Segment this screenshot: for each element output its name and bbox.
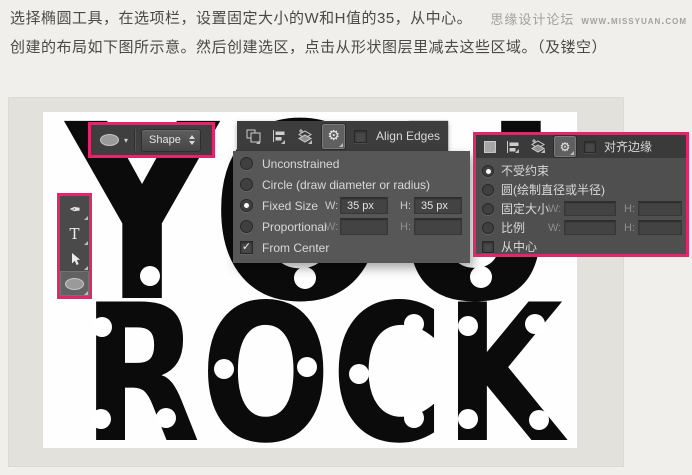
new-shape-layer-button[interactable] <box>245 127 261 145</box>
option-row-proportional-cn: 比例 W: H: <box>476 218 686 237</box>
gear-icon: ⚙ <box>559 139 571 154</box>
pen-icon: ✒ <box>68 201 81 217</box>
prop-h-field-cn[interactable] <box>638 220 682 235</box>
from-center-label: From Center <box>262 240 330 255</box>
fixed-w-field[interactable]: 35 px <box>340 197 388 214</box>
new-shape-layer-button-cn[interactable] <box>483 140 497 154</box>
path-alignment-button[interactable] <box>270 127 286 145</box>
fixed-w-label-cn: W: <box>548 202 562 215</box>
prop-h-label: H: <box>400 220 411 233</box>
gear-icon: ⚙ <box>327 128 340 144</box>
prop-w-field-cn[interactable] <box>564 220 616 235</box>
prop-h-label-cn: H: <box>624 221 635 234</box>
align-edges-checkbox-cn[interactable] <box>584 140 596 153</box>
fixed-size-label: Fixed Size <box>262 198 319 213</box>
fixed-w-field-cn[interactable] <box>564 201 616 216</box>
type-icon: T <box>69 224 80 243</box>
option-row-circle-cn: 圆(绘制直径或半径) <box>476 180 686 199</box>
align-edges-label-cn: 对齐边缘 <box>604 140 653 154</box>
unconstrained-label-cn: 不受约束 <box>501 164 550 178</box>
tool-mode-select[interactable]: Shape <box>141 128 202 152</box>
type-tool-button[interactable]: T <box>60 221 89 246</box>
watermark: 思缘设计论坛 www.missyuan.com <box>490 9 687 28</box>
path-alignment-button-cn[interactable] <box>505 140 520 154</box>
align-icon <box>507 140 519 153</box>
from-center-checkbox[interactable]: ✓ <box>240 241 253 254</box>
align-icon <box>272 130 285 142</box>
fixed-w-label: W: <box>325 199 339 212</box>
align-edges-label: Align Edges <box>375 129 440 143</box>
english-options-toolbar: ⚙ Align Edges <box>237 121 448 151</box>
fixed-h-field-cn[interactable] <box>638 201 682 216</box>
prop-h-field[interactable] <box>414 218 462 235</box>
from-center-label-cn: 从中心 <box>501 240 538 254</box>
ellipse-icon <box>65 277 84 290</box>
preset-dropdown-arrow-icon[interactable]: ▾ <box>124 136 128 145</box>
from-center-checkbox-cn[interactable] <box>482 240 494 253</box>
geometry-options-button[interactable]: ⚙ <box>321 122 346 150</box>
ellipse-tool-preset-icon[interactable] <box>100 134 119 146</box>
circle-radio-cn[interactable] <box>482 183 494 196</box>
option-row-circle: Circle (draw diameter or radius) <box>233 174 470 195</box>
option-row-unconstrained-cn: 不受约束 <box>476 161 686 180</box>
circle-label: Circle (draw diameter or radius) <box>262 177 431 192</box>
option-row-proportional: Proportional W: H: <box>233 216 470 237</box>
unconstrained-radio[interactable] <box>240 157 253 170</box>
option-row-from-center-cn: 从中心 <box>476 237 686 256</box>
fixed-size-radio[interactable] <box>240 199 253 212</box>
tools-palette: ✒ T <box>57 193 92 299</box>
circle-radio[interactable] <box>240 178 253 191</box>
combine-shapes-icon <box>531 139 545 153</box>
tool-mode-value: Shape <box>149 134 181 146</box>
fixed-size-radio-cn[interactable] <box>482 202 494 215</box>
fixed-h-field[interactable]: 35 px <box>414 197 462 214</box>
watermark-site-name: 思缘设计论坛 <box>490 12 575 27</box>
path-select-arrow-icon <box>71 252 80 265</box>
ellipse-tool-button[interactable] <box>60 271 89 296</box>
shape-mode-bar: ▾ Shape <box>88 122 215 158</box>
watermark-url: www.missyuan.com <box>581 15 687 27</box>
unconstrained-label: Unconstrained <box>262 156 340 171</box>
square-icon <box>484 140 496 153</box>
pen-tool-button[interactable]: ✒ <box>60 196 89 221</box>
english-geometry-panel: Unconstrained Circle (draw diameter or r… <box>233 151 470 263</box>
align-edges-checkbox[interactable] <box>353 129 367 143</box>
unconstrained-radio-cn[interactable] <box>482 164 494 177</box>
instruction-line-1: 选择椭圆工具，在选项栏，设置固定大小的W和H值的35，从中心。 <box>10 10 473 27</box>
proportional-radio-cn[interactable] <box>482 221 494 234</box>
proportional-label-cn: 比例 <box>501 221 526 235</box>
chinese-options-toolbar: ⚙ 对齐边缘 <box>476 135 686 158</box>
separator <box>134 129 137 151</box>
path-select-tool-button[interactable] <box>60 246 89 271</box>
option-row-fixed-size: Fixed Size W: 35 px H: 35 px <box>233 195 470 216</box>
option-row-from-center: ✓ From Center <box>233 237 470 258</box>
path-operations-button-cn[interactable] <box>528 139 546 154</box>
proportional-radio[interactable] <box>240 220 253 233</box>
fixed-size-label-cn: 固定大小 <box>501 202 550 216</box>
circle-label-cn: 圆(绘制直径或半径) <box>501 183 605 197</box>
prop-w-label-cn: W: <box>548 221 562 234</box>
option-row-fixed-size-cn: 固定大小 W: H: <box>476 199 686 218</box>
fixed-h-label-cn: H: <box>624 202 635 215</box>
instruction-line-2: 创建的布局如下图所示意。然后创建选区，点击从形状图层里减去这些区域。（及镂空） <box>10 39 608 56</box>
geometry-options-button-cn[interactable]: ⚙ <box>553 135 577 158</box>
option-row-unconstrained: Unconstrained <box>233 153 470 174</box>
combine-shapes-icon <box>298 128 313 143</box>
path-operations-button[interactable] <box>295 127 313 145</box>
prop-w-label: W: <box>325 220 339 233</box>
overlapping-squares-icon <box>246 129 261 143</box>
prop-w-field[interactable] <box>340 218 388 235</box>
select-spinner-icon <box>189 135 196 145</box>
fixed-h-label: H: <box>400 199 411 212</box>
proportional-label: Proportional <box>262 219 327 234</box>
chinese-geometry-panel: ⚙ 对齐边缘 不受约束 圆(绘制直径或半径) 固定大小 W: H: 比例 W: … <box>473 132 689 257</box>
